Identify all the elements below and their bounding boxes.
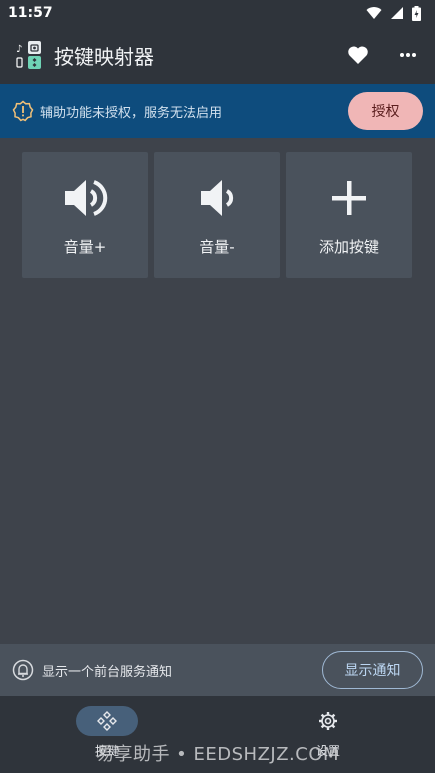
tile-add-key[interactable]: 添加按键	[286, 152, 412, 278]
key-tiles: 音量+ 音量- 添加按键	[22, 152, 414, 278]
tile-label: 音量-	[199, 237, 235, 256]
show-notification-button[interactable]: 显示通知	[322, 651, 423, 689]
app-title: 按键映射器	[54, 44, 154, 69]
app-actions	[347, 45, 423, 65]
volume-up-icon	[65, 179, 108, 216]
foreground-notice-bar: 显示一个前台服务通知 显示通知	[0, 644, 435, 696]
app-bar: ♪ 按键映射器	[0, 26, 435, 84]
status-time: 11:57	[8, 5, 53, 21]
foreground-notice-text: 显示一个前台服务通知	[42, 664, 173, 680]
gear-icon	[319, 712, 337, 730]
status-icons	[366, 5, 421, 21]
accessibility-notice-text: 辅助功能未授权，服务无法启用	[40, 105, 223, 121]
tile-label: 音量+	[63, 237, 107, 256]
tile-label: 添加按键	[318, 237, 379, 256]
status-bar: 11:57	[0, 0, 435, 26]
nav-pill-active	[76, 706, 138, 736]
tile-volume-up[interactable]: 音量+	[22, 152, 148, 278]
authorize-button[interactable]: 授权	[348, 92, 423, 130]
heart-icon[interactable]	[347, 45, 369, 65]
svg-text:♪: ♪	[16, 44, 22, 55]
gamepad-icon	[97, 711, 117, 731]
volume-down-icon	[201, 179, 234, 216]
watermark: 易享助手 • EEDSHZJZ.COM	[95, 744, 340, 765]
warning-icon	[12, 100, 34, 122]
app-logo-icon: ♪	[13, 41, 41, 69]
battery-icon	[412, 5, 421, 21]
plus-icon	[332, 180, 366, 215]
accessibility-notice-bar: 辅助功能未授权，服务无法启用 授权	[0, 84, 435, 138]
more-options-icon[interactable]	[399, 52, 417, 58]
bell-icon	[12, 659, 34, 681]
tile-volume-down[interactable]: 音量-	[154, 152, 280, 278]
signal-icon	[391, 7, 403, 19]
wifi-icon	[366, 7, 382, 20]
nav-pill	[297, 706, 359, 736]
